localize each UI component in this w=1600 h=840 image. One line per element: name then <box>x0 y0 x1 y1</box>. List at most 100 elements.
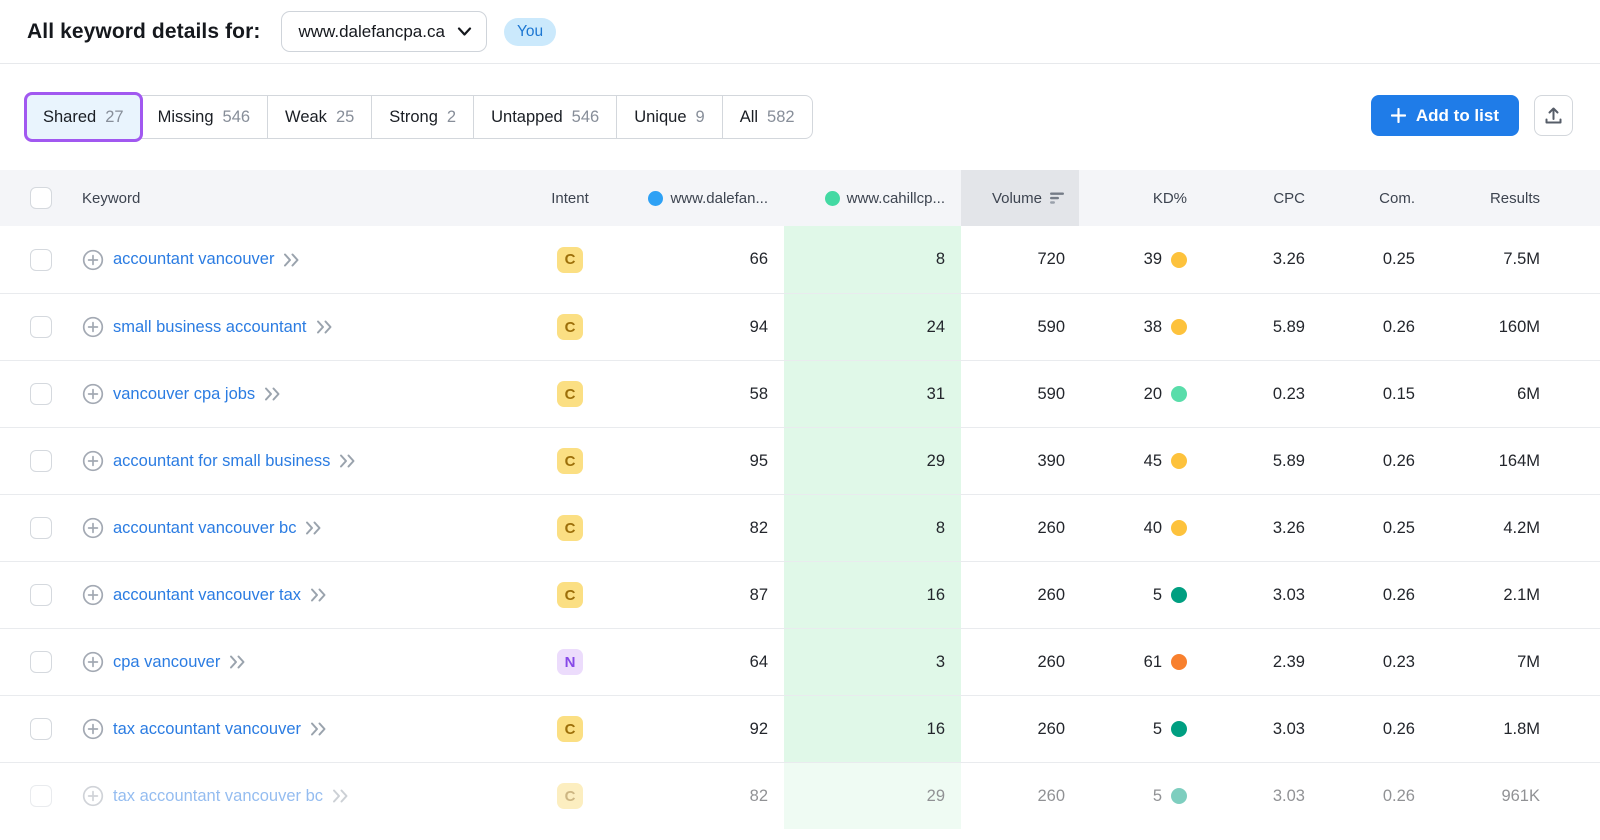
keyword-cell: tax accountant vancouver bc <box>72 785 540 807</box>
domain-selector-dropdown[interactable]: www.dalefancpa.ca <box>281 11 487 52</box>
blue-dot <box>648 190 664 206</box>
intent-badge[interactable]: C <box>557 582 583 608</box>
kd-cell: 5 <box>1079 696 1207 762</box>
select-all-checkbox[interactable] <box>30 187 52 209</box>
keyword-link[interactable]: accountant for small business <box>113 452 330 471</box>
results-cell: 6M <box>1517 384 1540 403</box>
row-checkbox[interactable] <box>30 718 52 740</box>
intent-badge[interactable]: C <box>557 381 583 407</box>
double-chevron-right-icon[interactable] <box>316 320 333 334</box>
column-header-results[interactable]: Results <box>1429 170 1600 226</box>
row-checkbox[interactable] <box>30 584 52 606</box>
table-row: tax accountant vancouver bc C 82 29 260 … <box>0 762 1600 829</box>
table-row: small business accountant C 94 24 590 38… <box>0 293 1600 360</box>
keyword-link[interactable]: accountant vancouver bc <box>113 519 296 538</box>
plus-circle-icon[interactable] <box>82 517 104 539</box>
keyword-link[interactable]: small business accountant <box>113 318 307 337</box>
double-chevron-right-icon[interactable] <box>283 253 300 267</box>
intent-cell: C <box>540 582 600 608</box>
filter-tab-shared[interactable]: Shared 27 <box>24 92 143 142</box>
plus-circle-icon[interactable] <box>82 316 104 338</box>
plus-circle-icon[interactable] <box>82 450 104 472</box>
domain-b-position-cell: 16 <box>784 696 961 762</box>
double-chevron-right-icon[interactable] <box>264 387 281 401</box>
double-chevron-right-icon[interactable] <box>310 722 327 736</box>
results-cell: 1.8M <box>1503 719 1540 738</box>
filter-tab-count: 546 <box>571 107 600 126</box>
table-row: tax accountant vancouver C 92 16 260 5 3… <box>0 695 1600 762</box>
results-cell: 4.2M <box>1503 518 1540 537</box>
filter-tab-missing[interactable]: Missing 546 <box>139 95 269 139</box>
column-header-domain-a[interactable]: www.dalefan... <box>600 170 784 226</box>
keyword-link[interactable]: accountant vancouver <box>113 250 274 269</box>
keyword-cell: accountant vancouver bc <box>72 517 540 539</box>
intent-badge[interactable]: C <box>557 783 583 809</box>
column-header-volume[interactable]: Volume <box>961 170 1079 226</box>
double-chevron-right-icon[interactable] <box>229 655 246 669</box>
filter-tab-label: All <box>739 107 759 126</box>
header-checkbox-cell <box>0 170 72 226</box>
keyword-link[interactable]: tax accountant vancouver <box>113 720 301 739</box>
intent-badge[interactable]: N <box>557 649 583 675</box>
cpc-cell: 0.23 <box>1272 384 1305 403</box>
plus-circle-icon[interactable] <box>82 651 104 673</box>
kd-cell: 45 <box>1079 428 1207 494</box>
plus-circle-icon[interactable] <box>82 584 104 606</box>
keyword-link[interactable]: vancouver cpa jobs <box>113 385 255 404</box>
column-header-intent[interactable]: Intent <box>540 190 600 207</box>
intent-cell: C <box>540 716 600 742</box>
keyword-link[interactable]: accountant vancouver tax <box>113 586 301 605</box>
domain-a-position-cell: 95 <box>749 451 768 470</box>
cpc-cell: 3.26 <box>1272 250 1305 268</box>
intent-badge[interactable]: C <box>557 448 583 474</box>
row-checkbox[interactable] <box>30 651 52 673</box>
column-header-kd[interactable]: KD% <box>1079 170 1207 226</box>
add-to-list-button[interactable]: Add to list <box>1370 95 1519 136</box>
double-chevron-right-icon[interactable] <box>305 521 322 535</box>
row-checkbox[interactable] <box>30 517 52 539</box>
plus-circle-icon[interactable] <box>82 718 104 740</box>
row-checkbox[interactable] <box>30 248 52 271</box>
filter-tab-label: Strong <box>389 107 438 126</box>
column-header-cpc[interactable]: CPC <box>1207 170 1319 226</box>
keyword-link[interactable]: cpa vancouver <box>113 653 220 672</box>
column-header-keyword[interactable]: Keyword <box>72 190 540 207</box>
table-row: accountant vancouver C 66 8 720 39 3.26 … <box>0 226 1600 293</box>
plus-circle-icon[interactable] <box>82 383 104 405</box>
volume-cell: 260 <box>1037 585 1065 604</box>
filter-tab-weak[interactable]: Weak 25 <box>267 95 373 139</box>
intent-badge[interactable]: C <box>557 716 583 742</box>
filter-tab-untapped[interactable]: Untapped 546 <box>473 95 618 139</box>
double-chevron-right-icon[interactable] <box>339 454 356 468</box>
export-button[interactable] <box>1534 95 1573 136</box>
filter-tabs: Shared 27 Missing 546 Weak 25 Strong 2 U… <box>24 92 813 142</box>
intent-badge[interactable]: C <box>557 314 583 340</box>
intent-badge[interactable]: C <box>557 246 583 273</box>
plus-circle-icon[interactable] <box>82 249 104 271</box>
double-chevron-right-icon[interactable] <box>332 789 349 803</box>
row-checkbox[interactable] <box>30 316 52 338</box>
volume-cell: 390 <box>1037 451 1065 470</box>
filter-tab-strong[interactable]: Strong 2 <box>371 95 475 139</box>
row-checkbox[interactable] <box>30 383 52 405</box>
keyword-cell: accountant for small business <box>72 450 540 472</box>
difficulty-dot <box>1171 721 1187 737</box>
intent-badge[interactable]: C <box>557 515 583 541</box>
keyword-link[interactable]: tax accountant vancouver bc <box>113 787 323 806</box>
results-cell: 7M <box>1517 652 1540 671</box>
plus-circle-icon[interactable] <box>82 785 104 807</box>
row-checkbox[interactable] <box>30 450 52 472</box>
filter-tab-count: 27 <box>105 107 124 126</box>
column-header-domain-b[interactable]: www.cahillcp... <box>784 170 961 226</box>
filter-tab-all[interactable]: All 582 <box>721 95 813 139</box>
volume-cell: 260 <box>1037 518 1065 537</box>
table-body: accountant vancouver C 66 8 720 39 3.26 … <box>0 226 1600 829</box>
table-row: accountant vancouver tax C 87 16 260 5 3… <box>0 561 1600 628</box>
difficulty-dot <box>1171 251 1187 268</box>
row-checkbox[interactable] <box>30 785 52 807</box>
column-header-com[interactable]: Com. <box>1319 170 1429 226</box>
filter-tab-label: Shared <box>43 107 97 126</box>
double-chevron-right-icon[interactable] <box>310 588 327 602</box>
intent-cell: C <box>540 246 600 273</box>
filter-tab-unique[interactable]: Unique 9 <box>616 95 723 139</box>
